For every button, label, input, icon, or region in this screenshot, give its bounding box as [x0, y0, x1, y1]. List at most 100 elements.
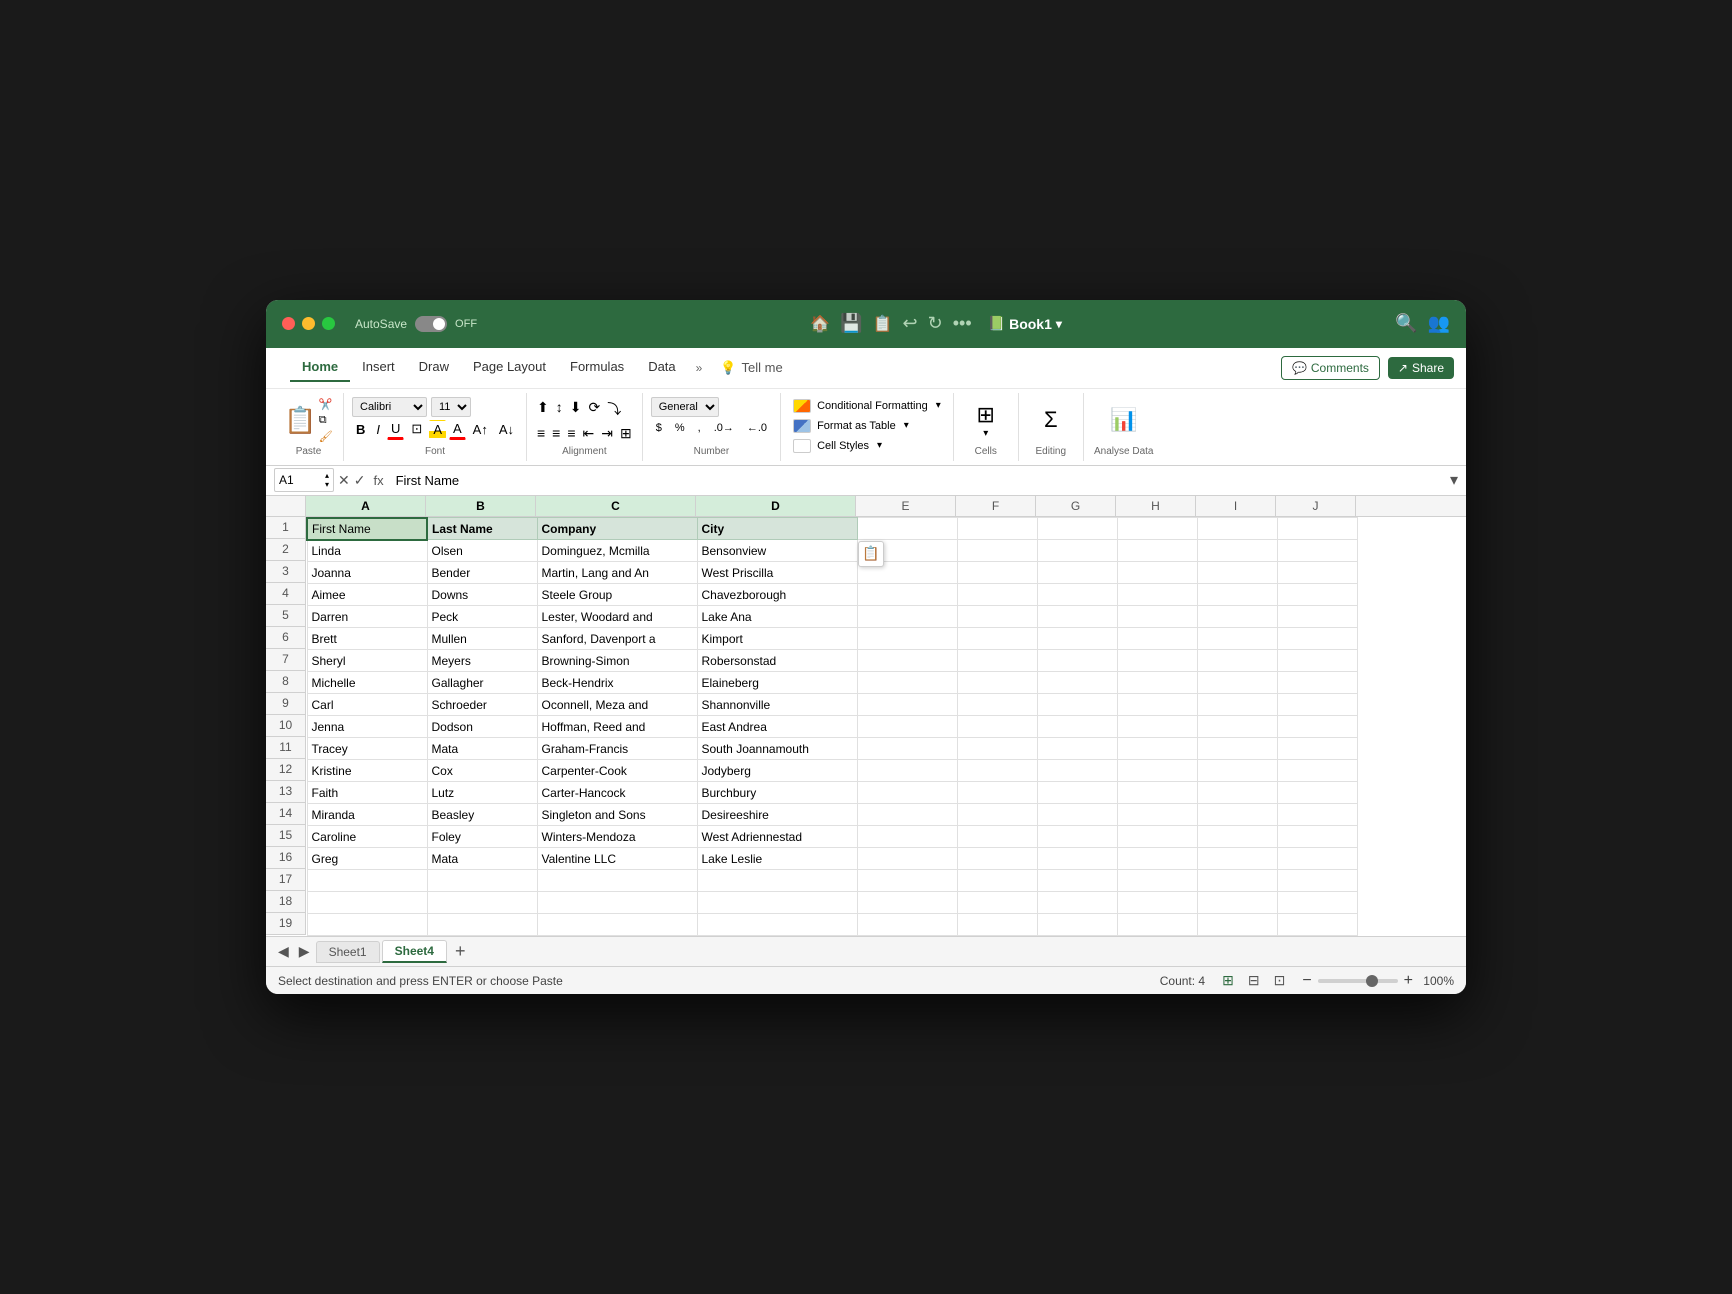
cell-G9[interactable]: [1037, 694, 1117, 716]
tell-me[interactable]: 💡 Tell me: [710, 360, 792, 376]
cell-J5[interactable]: [1277, 606, 1357, 628]
comma-btn[interactable]: ,: [693, 420, 706, 436]
cell-C4[interactable]: Steele Group: [537, 584, 697, 606]
cell-H3[interactable]: [1117, 562, 1197, 584]
cell-F11[interactable]: [957, 738, 1037, 760]
cell-F19[interactable]: [957, 914, 1037, 936]
cut-icon[interactable]: ✂️: [319, 398, 333, 411]
cell-E5[interactable]: [857, 606, 957, 628]
row-header-9[interactable]: 9: [266, 693, 306, 715]
analyse-icon-area[interactable]: 📊: [1110, 407, 1137, 433]
cell-I16[interactable]: [1197, 848, 1277, 870]
cell-I14[interactable]: [1197, 804, 1277, 826]
cell-F6[interactable]: [957, 628, 1037, 650]
home-icon[interactable]: 🏠: [810, 314, 830, 334]
col-header-G[interactable]: G: [1036, 496, 1116, 516]
cell-J9[interactable]: [1277, 694, 1357, 716]
cell-I12[interactable]: [1197, 760, 1277, 782]
cell-E11[interactable]: [857, 738, 957, 760]
bold-btn[interactable]: B: [352, 420, 369, 439]
cell-J4[interactable]: [1277, 584, 1357, 606]
align-left-btn[interactable]: ≡: [535, 423, 547, 444]
cell-A12[interactable]: Kristine: [307, 760, 427, 782]
cell-G12[interactable]: [1037, 760, 1117, 782]
cell-H15[interactable]: [1117, 826, 1197, 848]
cell-B18[interactable]: [427, 892, 537, 914]
cell-A11[interactable]: Tracey: [307, 738, 427, 760]
align-right-btn[interactable]: ≡: [565, 423, 577, 444]
cell-A10[interactable]: Jenna: [307, 716, 427, 738]
cell-B8[interactable]: Gallagher: [427, 672, 537, 694]
cell-E13[interactable]: [857, 782, 957, 804]
cell-A9[interactable]: Carl: [307, 694, 427, 716]
share-button[interactable]: ↗ Share: [1388, 357, 1454, 379]
row-header-15[interactable]: 15: [266, 825, 306, 847]
cell-H7[interactable]: [1117, 650, 1197, 672]
col-header-E[interactable]: E: [856, 496, 956, 516]
cell-B17[interactable]: [427, 870, 537, 892]
cell-J11[interactable]: [1277, 738, 1357, 760]
cell-E14[interactable]: [857, 804, 957, 826]
row-header-19[interactable]: 19: [266, 913, 306, 935]
cell-B4[interactable]: Downs: [427, 584, 537, 606]
cell-J7[interactable]: [1277, 650, 1357, 672]
cell-C18[interactable]: [537, 892, 697, 914]
cell-F3[interactable]: [957, 562, 1037, 584]
cell-B19[interactable]: [427, 914, 537, 936]
cell-F2[interactable]: [957, 540, 1037, 562]
comments-button[interactable]: 💬 Comments: [1281, 356, 1380, 380]
cell-C19[interactable]: [537, 914, 697, 936]
cell-D10[interactable]: East Andrea: [697, 716, 857, 738]
cell-H10[interactable]: [1117, 716, 1197, 738]
cell-G13[interactable]: [1037, 782, 1117, 804]
cell-G11[interactable]: [1037, 738, 1117, 760]
cell-A15[interactable]: Caroline: [307, 826, 427, 848]
cell-D12[interactable]: Jodyberg: [697, 760, 857, 782]
zoom-slider[interactable]: [1318, 979, 1398, 983]
col-header-J[interactable]: J: [1276, 496, 1356, 516]
row-header-17[interactable]: 17: [266, 869, 306, 891]
cell-I2[interactable]: [1197, 540, 1277, 562]
cell-C15[interactable]: Winters-Mendoza: [537, 826, 697, 848]
cell-C1[interactable]: Company: [537, 518, 697, 540]
row-header-13[interactable]: 13: [266, 781, 306, 803]
row-header-14[interactable]: 14: [266, 803, 306, 825]
cell-I6[interactable]: [1197, 628, 1277, 650]
cell-A2[interactable]: Linda: [307, 540, 427, 562]
cell-E4[interactable]: [857, 584, 957, 606]
cell-D8[interactable]: Elaineberg: [697, 672, 857, 694]
save-icon[interactable]: 💾: [840, 313, 862, 334]
tab-page-layout[interactable]: Page Layout: [461, 353, 558, 382]
undo-icon[interactable]: ↩: [903, 313, 918, 334]
italic-btn[interactable]: I: [372, 420, 384, 439]
font-family-select[interactable]: Calibri: [352, 397, 427, 417]
cell-H1[interactable]: [1117, 518, 1197, 540]
decrease-font-btn[interactable]: A↓: [495, 420, 518, 439]
page-view-btn[interactable]: ⊟: [1243, 969, 1265, 992]
cell-C3[interactable]: Martin, Lang and An: [537, 562, 697, 584]
cell-A1[interactable]: First Name: [307, 518, 427, 540]
cell-E10[interactable]: [857, 716, 957, 738]
cell-B10[interactable]: Dodson: [427, 716, 537, 738]
collab-icon[interactable]: 👥: [1428, 313, 1450, 334]
cell-F5[interactable]: [957, 606, 1037, 628]
cell-B13[interactable]: Lutz: [427, 782, 537, 804]
cell-J2[interactable]: [1277, 540, 1357, 562]
autosave-toggle[interactable]: [415, 316, 447, 332]
cell-G3[interactable]: [1037, 562, 1117, 584]
cell-H4[interactable]: [1117, 584, 1197, 606]
cell-G14[interactable]: [1037, 804, 1117, 826]
cell-D1[interactable]: City: [697, 518, 857, 540]
row-header-3[interactable]: 3: [266, 561, 306, 583]
add-sheet-btn[interactable]: +: [449, 941, 472, 962]
increase-font-btn[interactable]: A↑: [469, 420, 492, 439]
cell-H2[interactable]: [1117, 540, 1197, 562]
tab-data[interactable]: Data: [636, 353, 687, 382]
cell-J17[interactable]: [1277, 870, 1357, 892]
cell-A5[interactable]: Darren: [307, 606, 427, 628]
cell-C5[interactable]: Lester, Woodard and: [537, 606, 697, 628]
cell-B3[interactable]: Bender: [427, 562, 537, 584]
cell-J8[interactable]: [1277, 672, 1357, 694]
confirm-formula-btn[interactable]: ✓: [354, 472, 366, 489]
cell-C12[interactable]: Carpenter-Cook: [537, 760, 697, 782]
